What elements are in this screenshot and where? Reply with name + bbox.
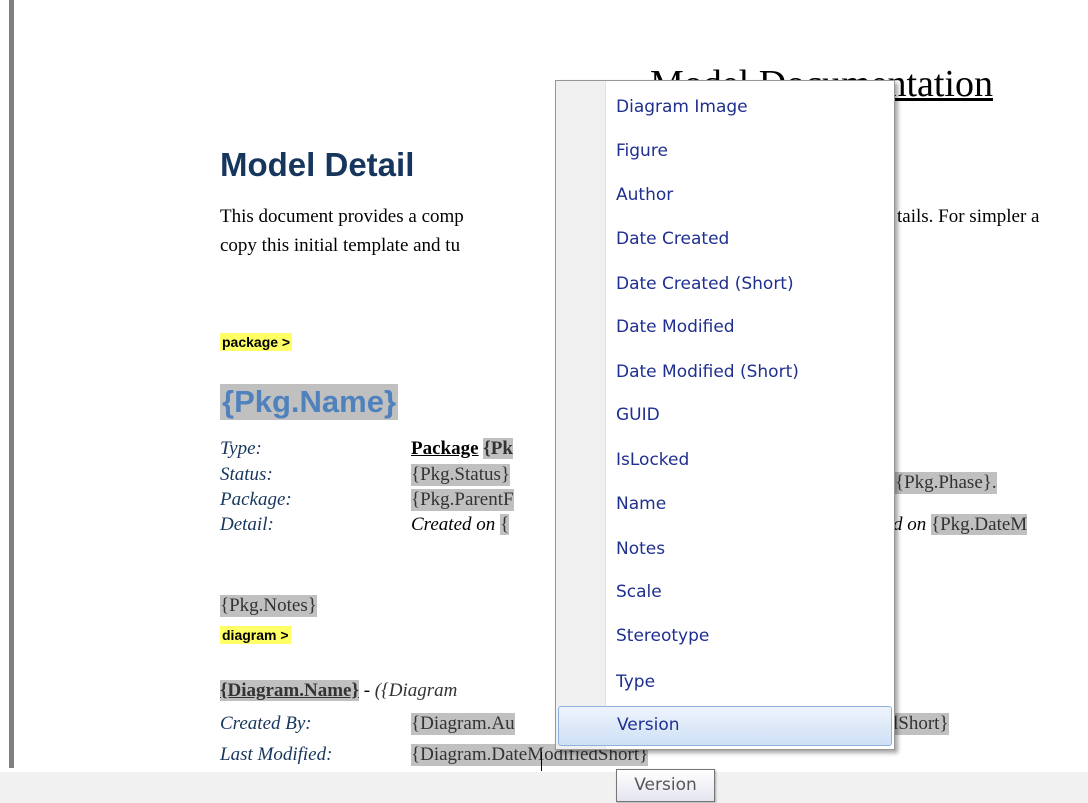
menu-item-label: Figure [616,141,668,161]
date-modified-field[interactable]: {Pkg.DateM [931,514,1028,535]
intro-line-1: This document provides a comp [220,206,464,228]
package-label: Package: [220,489,292,510]
menu-item-label: Date Created (Short) [616,274,794,294]
last-modified-label: Last Modified: [220,744,333,765]
diagram-separator: - [358,680,375,701]
menu-item-label: GUID [616,405,660,425]
document-page[interactable]: Model Documentation Model Detail This do… [0,0,1088,772]
diagram-name-field[interactable]: {Diagram.Name} [220,680,359,701]
diagram-section-tag[interactable]: diagram > [220,626,291,644]
menu-item-label: IsLocked [616,450,690,470]
menu-item-label: Date Modified [616,317,735,337]
intro-line-2: copy this initial template and tu [220,235,461,256]
status-label: Status: [220,464,273,485]
menu-item-diagram-image[interactable]: Diagram Image [558,89,890,127]
menu-item-label: Date Modified (Short) [616,362,799,382]
parent-package-field[interactable]: {Pkg.ParentF [411,489,514,511]
menu-item-figure[interactable]: Figure [558,133,890,171]
menu-item-label: Version [617,715,680,735]
menu-item-label: Date Created [616,229,730,249]
intro-line-1-tail: tails. For simpler a [897,206,1040,227]
type-label: Type: [220,438,262,459]
menu-item-notes[interactable]: Notes [558,531,890,569]
diagram-type-field[interactable]: ({Diagram [375,680,458,701]
intro-line-1-text: This document provides a comp [220,206,464,227]
menu-item-type[interactable]: Type [558,664,890,702]
text-caret [541,752,542,771]
date-created-field[interactable]: { [500,514,510,535]
diagram-date-modified-text: {Diagram.Da [411,744,514,765]
menu-item-date-created-short[interactable]: Date Created (Short) [558,266,890,304]
status-field[interactable]: {Pkg.Status} [411,464,511,486]
menu-item-label: Stereotype [616,626,710,646]
diagram-author-field[interactable]: {Diagram.Au [411,713,515,735]
version-tooltip: Version [616,769,715,802]
menu-item-date-created[interactable]: Date Created [558,221,890,259]
type-value: Package {Pk [411,438,513,460]
field-context-menu[interactable]: Diagram Image Figure Author Date Created… [555,80,895,750]
menu-item-date-modified[interactable]: Date Modified [558,309,890,347]
model-detail-heading: Model Detail [220,146,415,183]
menu-item-name[interactable]: Name [558,486,890,524]
type-value-field[interactable]: {Pk [483,438,513,459]
menu-item-label: Diagram Image [616,97,748,117]
menu-item-author[interactable]: Author [558,177,890,215]
menu-item-version[interactable]: Version [558,706,892,746]
phase-field[interactable]: {Pkg.Phase}. [895,472,997,494]
status-band [0,772,1088,803]
menu-item-date-modified-short[interactable]: Date Modified (Short) [558,354,890,392]
package-section-tag[interactable]: package > [220,333,293,351]
diagram-date-short-field[interactable]: lShort} [893,713,949,735]
menu-item-scale[interactable]: Scale [558,574,890,612]
menu-item-guid[interactable]: GUID [558,397,890,435]
detail-created-label: Created on [411,514,496,535]
menu-item-label: Name [616,494,667,514]
pkg-name-field[interactable]: {Pkg.Name} [220,384,399,420]
menu-item-label: Type [616,672,656,692]
detail-modified-text: d on {Pkg.DateM [893,514,1028,536]
detail-label: Detail: [220,514,274,535]
menu-item-label: Notes [616,539,666,559]
type-value-text: Package [411,438,479,459]
menu-item-islocked[interactable]: IsLocked [558,442,890,480]
menu-item-stereotype[interactable]: Stereotype [558,618,890,656]
detail-created-text: Created on { [411,514,510,536]
pkg-notes-field[interactable]: {Pkg.Notes} [220,595,317,617]
menu-item-label: Scale [616,582,662,602]
menu-item-label: Author [616,185,674,205]
created-by-label: Created By: [220,713,312,734]
detail-modified-label: d on [893,514,927,535]
diagram-heading-line: {Diagram.Name} - ({Diagram [220,680,457,702]
